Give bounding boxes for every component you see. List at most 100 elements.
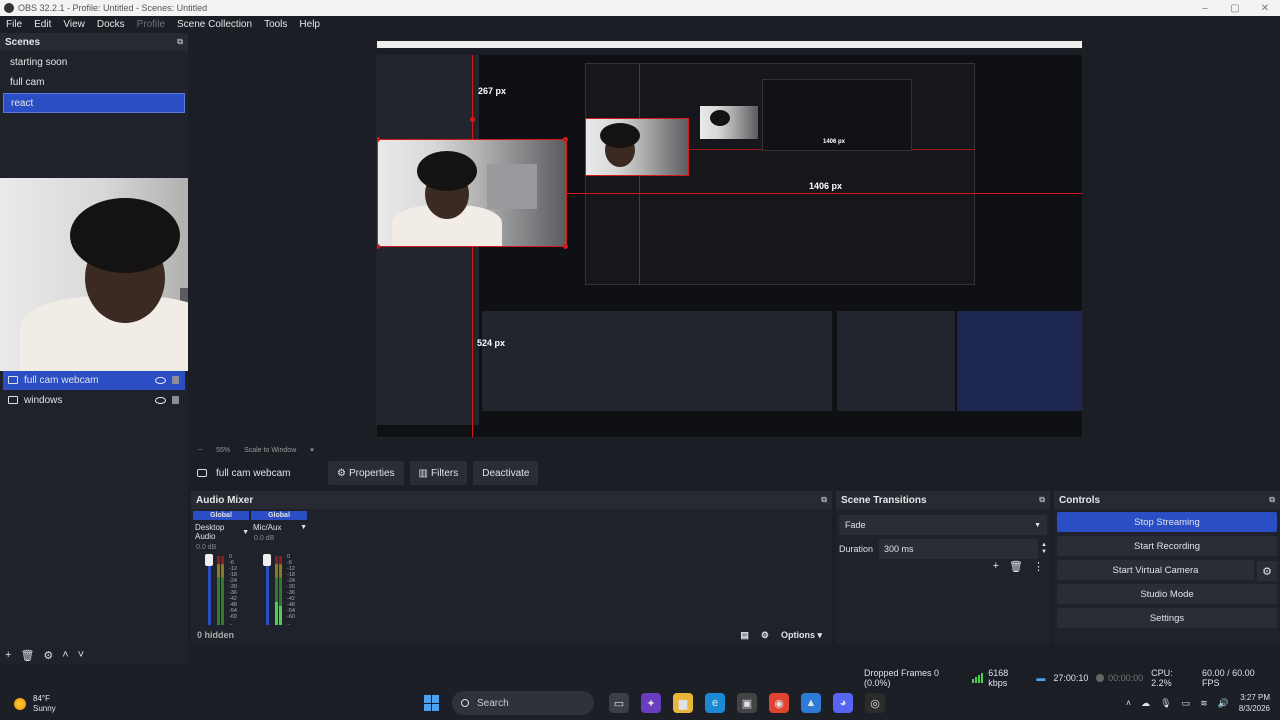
edge-icon[interactable]: e — [705, 693, 725, 713]
source-item-full-cam-webcam[interactable]: full cam webcam — [3, 370, 185, 390]
menu-help[interactable]: Help — [293, 19, 326, 30]
layout-icon[interactable]: ▤ — [740, 630, 749, 641]
settings-button[interactable]: Settings — [1057, 608, 1277, 628]
undock-icon[interactable]: ⧉ — [821, 495, 827, 505]
duration-spinner[interactable]: ▲ ▼ — [1038, 542, 1047, 556]
file-explorer-icon[interactable]: ▆ — [673, 693, 693, 713]
volume-knob[interactable] — [263, 554, 271, 566]
stop-streaming-button[interactable]: Stop Streaming — [1057, 512, 1277, 532]
minimize-button[interactable]: – — [1190, 3, 1220, 14]
menu-bar: File Edit View Docks Profile Scene Colle… — [0, 16, 1280, 33]
record-time: 00:00:00 — [1108, 673, 1144, 683]
obs-logo-icon — [4, 3, 14, 13]
add-source-icon[interactable]: + — [5, 649, 11, 661]
zoom-out-icon[interactable]: − — [198, 447, 202, 454]
record-icon — [1096, 674, 1105, 682]
global-tag: Global — [251, 511, 307, 520]
photos-icon[interactable]: ▲ — [801, 693, 821, 713]
start-windows-icon[interactable] — [424, 695, 440, 711]
properties-button[interactable]: ⚙ Properties — [328, 461, 404, 485]
menu-profile[interactable]: Profile — [131, 19, 171, 30]
selection-box[interactable] — [377, 139, 567, 247]
move-up-icon[interactable]: ˄ — [62, 649, 68, 661]
preview-canvas[interactable]: 267 px 1406 px 1406 px 524 px — [376, 40, 1083, 438]
deactivate-button[interactable]: Deactivate — [473, 461, 539, 485]
transition-select[interactable]: Fade ▼ — [839, 515, 1047, 535]
audio-mixer-title: Audio Mixer — [196, 494, 254, 506]
volume-knob[interactable] — [205, 554, 213, 566]
channel-dropdown-icon[interactable]: ▼ — [242, 529, 249, 536]
controls-title: Controls — [1059, 494, 1101, 506]
volume-icon[interactable]: 🔊 — [1218, 698, 1229, 709]
clock[interactable]: 3:27 PM 8/3/2026 — [1239, 692, 1270, 714]
store-icon[interactable]: ▣ — [737, 693, 757, 713]
maximize-button[interactable]: ▢ — [1220, 3, 1250, 14]
zoom-dropdown-icon[interactable]: ▾ — [310, 446, 314, 454]
filters-button[interactable]: ▥ Filters — [409, 461, 468, 485]
channel-dropdown-icon[interactable]: ▼ — [300, 524, 307, 531]
more-options-icon[interactable]: ⋮ — [1033, 560, 1044, 573]
menu-view[interactable]: View — [57, 19, 91, 30]
zoom-bar: − 55% Scale to Window ▾ — [188, 443, 1280, 457]
chevron-down-icon: ▼ — [1034, 521, 1041, 529]
obs-taskbar-icon[interactable]: ◎ — [865, 693, 885, 713]
sources-toolbar: + 🗑 ⚙ ˄ ˅ — [0, 645, 188, 665]
source-settings-gear-icon[interactable]: ⚙ — [43, 649, 53, 662]
remove-source-icon[interactable]: 🗑 — [20, 649, 34, 662]
close-button[interactable]: ✕ — [1250, 3, 1280, 14]
task-view-icon[interactable]: ▭ — [609, 693, 629, 713]
undock-icon[interactable]: ⧉ — [1039, 495, 1045, 505]
scene-item-starting-soon[interactable]: starting soon — [3, 53, 185, 73]
virtual-camera-config-gear-icon[interactable]: ⚙ — [1257, 561, 1277, 581]
source-context-bar: full cam webcam ⚙ Properties ▥ Filters D… — [188, 461, 1280, 485]
studio-mode-button[interactable]: Studio Mode — [1057, 584, 1277, 604]
microphone-icon[interactable]: 🎙 — [1160, 698, 1171, 709]
lock-icon[interactable] — [172, 376, 179, 384]
cpu-usage: CPU: 2.2% — [1151, 668, 1173, 688]
cloud-icon[interactable]: ☁ — [1141, 698, 1150, 709]
options-menu[interactable]: Options ▾ — [781, 630, 822, 641]
source-item-windows[interactable]: windows — [3, 390, 185, 410]
start-virtual-camera-button[interactable]: Start Virtual Camera — [1057, 560, 1254, 580]
camera-icon — [197, 469, 207, 477]
discord-icon[interactable]: ◕ — [833, 693, 853, 713]
zoom-mode[interactable]: Scale to Window — [244, 447, 296, 454]
display-icon[interactable]: ▭ — [1182, 698, 1191, 709]
guide-label-524: 524 px — [477, 338, 506, 348]
scene-item-react[interactable]: react — [3, 93, 185, 113]
menu-tools[interactable]: Tools — [258, 19, 293, 30]
channel-name: Mic/Aux — [253, 523, 282, 532]
wifi-icon[interactable]: ≋ — [1200, 698, 1208, 709]
copilot-icon[interactable]: ✦ — [641, 693, 661, 713]
lock-icon[interactable] — [172, 396, 179, 404]
menu-scene-collection[interactable]: Scene Collection — [171, 19, 258, 30]
menu-edit[interactable]: Edit — [28, 19, 57, 30]
weather-widget[interactable]: 84°F Sunny — [0, 694, 200, 714]
camera-source-icon — [8, 376, 18, 384]
visibility-eye-icon[interactable] — [155, 396, 166, 404]
add-transition-icon[interactable]: + — [993, 560, 999, 573]
scene-item-full-cam[interactable]: full cam — [3, 73, 185, 93]
scene-transitions-dock: Scene Transitions ⧉ Fade ▼ Duration 300 … — [836, 491, 1050, 645]
menu-docks[interactable]: Docks — [91, 19, 131, 30]
taskbar-search[interactable]: Search — [452, 691, 594, 715]
undock-icon[interactable]: ⧉ — [177, 37, 183, 47]
window-titlebar: OBS 32.2.1 - Profile: Untitled - Scenes:… — [0, 0, 1280, 16]
duration-input[interactable]: 300 ms — [879, 539, 1039, 559]
remove-transition-icon[interactable]: 🗑 — [1009, 560, 1023, 573]
mixer-channel-mic-aux: Global Mic/Aux ▼ 0.0 dB 0 -6 -12 -18 -24 -30-… — [251, 511, 307, 641]
start-recording-button[interactable]: Start Recording — [1057, 536, 1277, 556]
duration-row: Duration 300 ms ▲ ▼ — [839, 539, 1047, 559]
undock-icon[interactable]: ⧉ — [1269, 495, 1275, 505]
hidden-count[interactable]: 0 hidden — [197, 630, 234, 640]
sources-dock: full cam webcam windows — [0, 368, 188, 645]
tray-overflow-icon[interactable]: ˄ — [1126, 698, 1131, 708]
guide-label-1406-small: 1406 px — [823, 139, 846, 145]
menu-file[interactable]: File — [0, 19, 28, 30]
move-down-icon[interactable]: ˅ — [78, 649, 84, 661]
global-tag: Global — [193, 511, 249, 520]
advanced-audio-icon[interactable]: ⚙ — [761, 630, 769, 641]
chrome-icon[interactable]: ◉ — [769, 693, 789, 713]
visibility-eye-icon[interactable] — [155, 376, 166, 384]
network-signal-icon — [972, 673, 984, 683]
